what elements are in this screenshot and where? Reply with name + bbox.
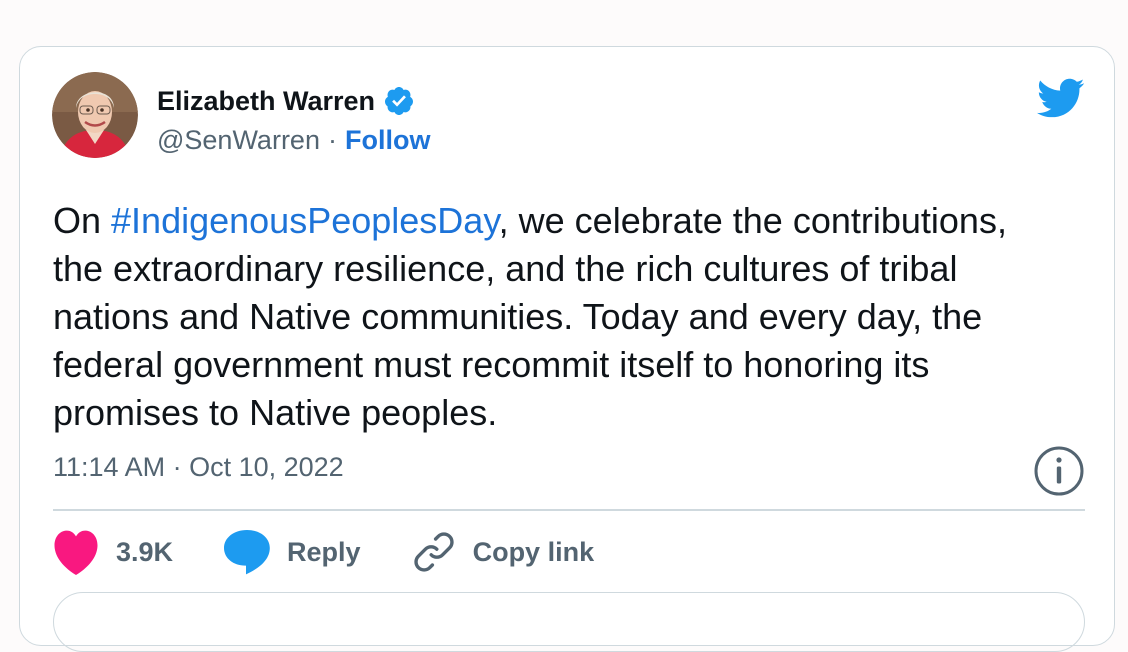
divider (53, 509, 1085, 511)
heart-icon (54, 530, 98, 575)
like-button[interactable]: 3.9K (50, 528, 173, 576)
author-handle[interactable]: @SenWarren (157, 125, 320, 156)
copy-link-label: Copy link (472, 536, 595, 567)
avatar[interactable] (52, 72, 138, 158)
tweet-text-start: On (53, 200, 112, 241)
tweet-timestamp[interactable]: 11:14 AM · Oct 10, 2022 (53, 452, 344, 483)
tweet-card: Elizabeth Warren @SenWarren · Follow On … (19, 46, 1115, 652)
read-replies-button[interactable] (53, 592, 1085, 652)
author-name[interactable]: Elizabeth Warren (157, 86, 375, 117)
tweet-text: On #IndigenousPeoplesDay, we celebrate t… (53, 197, 1063, 437)
author-row: Elizabeth Warren (157, 85, 415, 117)
action-bar: 3.9K Reply Copy link (50, 525, 642, 579)
reply-bubble-icon (224, 530, 270, 575)
twitter-bird-icon[interactable] (1035, 77, 1085, 119)
link-icon (413, 532, 454, 572)
hashtag-link[interactable]: #IndigenousPeoplesDay (111, 200, 499, 241)
like-count: 3.9K (116, 536, 174, 567)
info-icon[interactable] (1033, 445, 1085, 497)
separator-dot: · (327, 125, 337, 155)
handle-row: @SenWarren · Follow (157, 125, 430, 156)
follow-link[interactable]: Follow (345, 125, 430, 156)
reply-label: Reply (287, 536, 361, 567)
verified-badge-icon (383, 85, 415, 117)
reply-button[interactable]: Reply (221, 528, 361, 576)
copy-link-button[interactable]: Copy link (409, 528, 595, 576)
